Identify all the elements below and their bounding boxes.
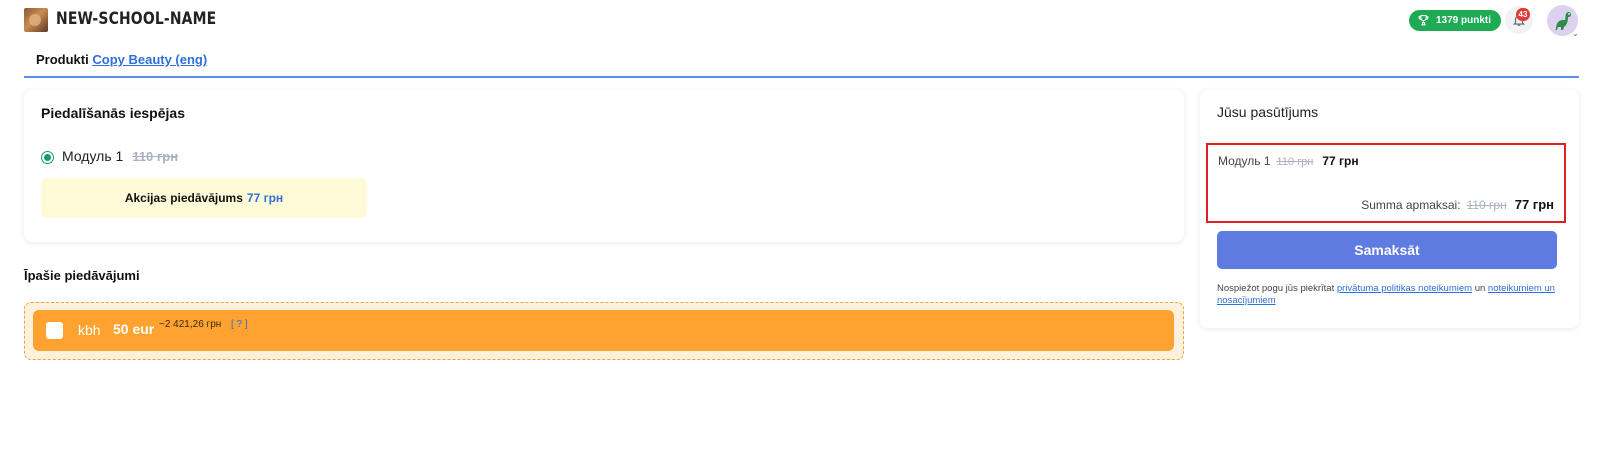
breadcrumb: Produkti Copy Beauty (eng) (36, 52, 207, 67)
special-offer-approx-price: ~2 421,26 грн (159, 319, 222, 330)
order-title: Jūsu pasūtījums (1217, 104, 1319, 120)
terms-and: un (1474, 283, 1486, 294)
breadcrumb-product-link[interactable]: Copy Beauty (eng) (92, 52, 207, 67)
special-offer-name: kbh (78, 322, 101, 338)
order-line-label: Модуль 1 (1218, 154, 1271, 168)
promo-label: Akcijas piedāvājums (124, 191, 243, 205)
promo-price: 77 грн (246, 191, 284, 205)
radio-selected-dot (44, 154, 51, 161)
top-header: NEW-SCHOOL-NAME 1379 punkti 43 ⌄ (0, 0, 1600, 42)
notifications-count-badge: 43 (1516, 8, 1530, 21)
points-badge[interactable]: 1379 punkti (1409, 10, 1502, 31)
terms-notice: Nospiežot pogu jūs piekrītat privātuma p… (1217, 283, 1563, 307)
school-name[interactable]: NEW-SCHOOL-NAME (56, 9, 216, 29)
order-line-new-price: 77 грн (1322, 154, 1359, 168)
order-line-item: Модуль 1 110 грн 77 грн (1218, 154, 1359, 168)
module-old-price: 110 грн (132, 149, 179, 164)
order-total: Summa apmaksai: 110 грн 77 грн (1361, 197, 1554, 212)
points-label: 1379 punkti (1436, 15, 1492, 26)
terms-prefix: Nospiežot pogu jūs piekrītat (1217, 283, 1335, 294)
order-total-label: Summa apmaksai: (1361, 198, 1461, 212)
special-offer-checkbox[interactable] (46, 322, 63, 339)
trophy-icon (1418, 15, 1429, 26)
special-offer-price: 50 eur (113, 321, 155, 337)
order-highlight-box: Модуль 1 110 грн 77 грн Summa apmaksai: … (1206, 143, 1566, 223)
participation-options-card: Piedalīšanās iespējas Модуль 1 110 грн A… (24, 90, 1184, 242)
order-line-old-price: 110 грн (1276, 156, 1314, 168)
special-offer-help-link[interactable]: [ ? ] (231, 319, 248, 330)
promo-offer-box: Akcijas piedāvājums 77 грн (41, 178, 367, 218)
participation-title: Piedalīšanās iespējas (41, 105, 185, 121)
order-summary-card: Jūsu pasūtījums Модуль 1 110 грн 77 грн … (1200, 90, 1579, 328)
special-offer-frame: kbh 50 eur ~2 421,26 грн [ ? ] (24, 302, 1184, 360)
pay-button[interactable]: Samaksāt (1217, 231, 1557, 269)
special-offer-item[interactable]: kbh 50 eur ~2 421,26 грн [ ? ] (33, 310, 1174, 351)
special-offers-title: Īpašie piedāvājumi (24, 268, 140, 283)
chevron-down-icon[interactable]: ⌄ (1572, 29, 1579, 38)
privacy-policy-link[interactable]: privātuma politikas noteikumiem (1337, 283, 1472, 294)
module-radio[interactable] (41, 151, 54, 164)
order-total-new-price: 77 грн (1514, 197, 1554, 212)
breadcrumb-prefix: Produkti (36, 52, 89, 67)
breadcrumb-divider (24, 76, 1579, 78)
order-total-old-price: 110 грн (1466, 198, 1507, 212)
module-option-label: Модуль 1 (62, 148, 124, 164)
school-logo[interactable] (24, 8, 48, 32)
module-option[interactable]: Модуль 1 110 грн (62, 148, 178, 164)
